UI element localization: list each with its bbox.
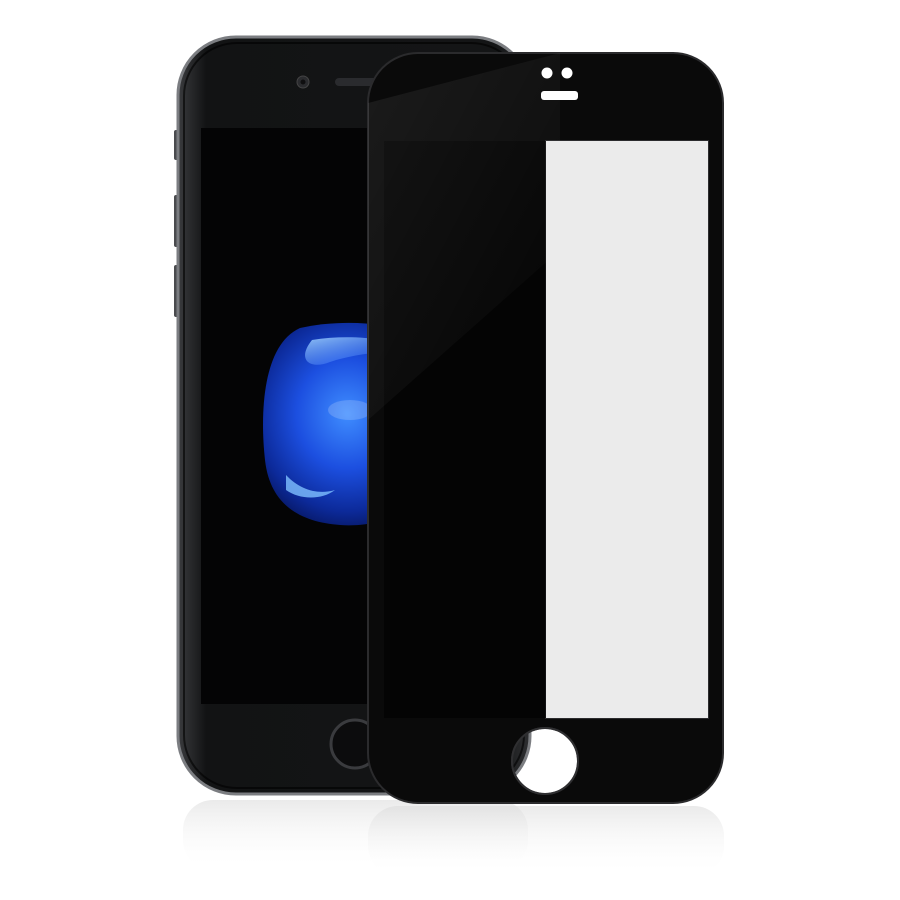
protector-sensor-cutout <box>561 67 573 79</box>
protector-display-window <box>546 141 708 718</box>
protector-speaker-cutout <box>541 91 578 100</box>
product-photo <box>0 0 900 900</box>
protector-camera-cutout <box>541 67 553 79</box>
floor-reflection <box>183 800 724 876</box>
screen-protector <box>367 52 724 804</box>
product-illustration <box>174 35 724 876</box>
